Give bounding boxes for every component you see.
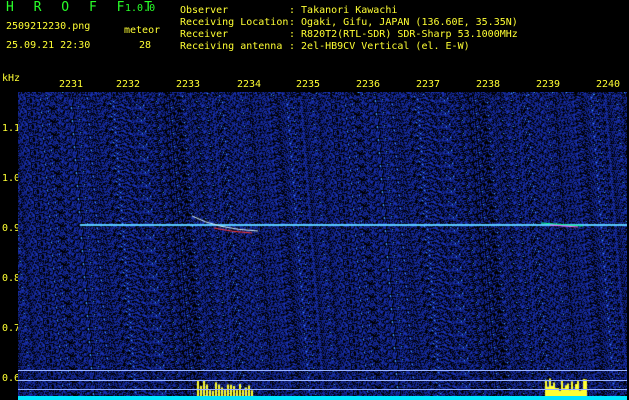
x-tick-label: 2233: [175, 79, 201, 90]
receiver-value: : R820T2(RTL-SDR) SDR-Sharp 53.1000MHz: [289, 29, 518, 40]
x-tick-label: 2231: [58, 79, 84, 90]
reference-line: [18, 389, 627, 390]
signal-level-bar: [18, 396, 627, 400]
meteor-count: 28: [139, 40, 152, 51]
meteor-label: meteor: [124, 25, 161, 36]
x-tick-label: 2236: [355, 79, 381, 90]
spectrogram-display: [18, 92, 627, 397]
location-value: : Ogaki, Gifu, JAPAN (136.60E, 35.35N): [289, 17, 518, 28]
location-label: Receiving Location: [180, 17, 289, 28]
reference-line: [18, 370, 627, 371]
x-tick-label: 2235: [295, 79, 321, 90]
x-tick-label: 2234: [236, 79, 262, 90]
receiver-label: Receiver: [180, 29, 229, 40]
reference-line: [18, 380, 627, 381]
x-tick-label: 2238: [475, 79, 501, 90]
antenna-label: Receiving antenna: [180, 41, 283, 52]
file-name: 2509212230.png: [6, 21, 91, 32]
x-tick-label: 2239: [535, 79, 561, 90]
x-tick-label: 2240: [595, 79, 621, 90]
antenna-value: : 2el-HB9CV Vertical (el. E-W): [289, 41, 470, 52]
khz-unit-label: kHz: [2, 73, 21, 84]
observer-value: : Takanori Kawachi: [289, 5, 398, 16]
datetime: 25.09.21 22:30: [6, 40, 91, 51]
observer-label: Observer: [180, 5, 229, 16]
app-version: 1.0.0: [125, 3, 156, 14]
x-tick-label: 2237: [415, 79, 441, 90]
x-tick-label: 2232: [115, 79, 141, 90]
